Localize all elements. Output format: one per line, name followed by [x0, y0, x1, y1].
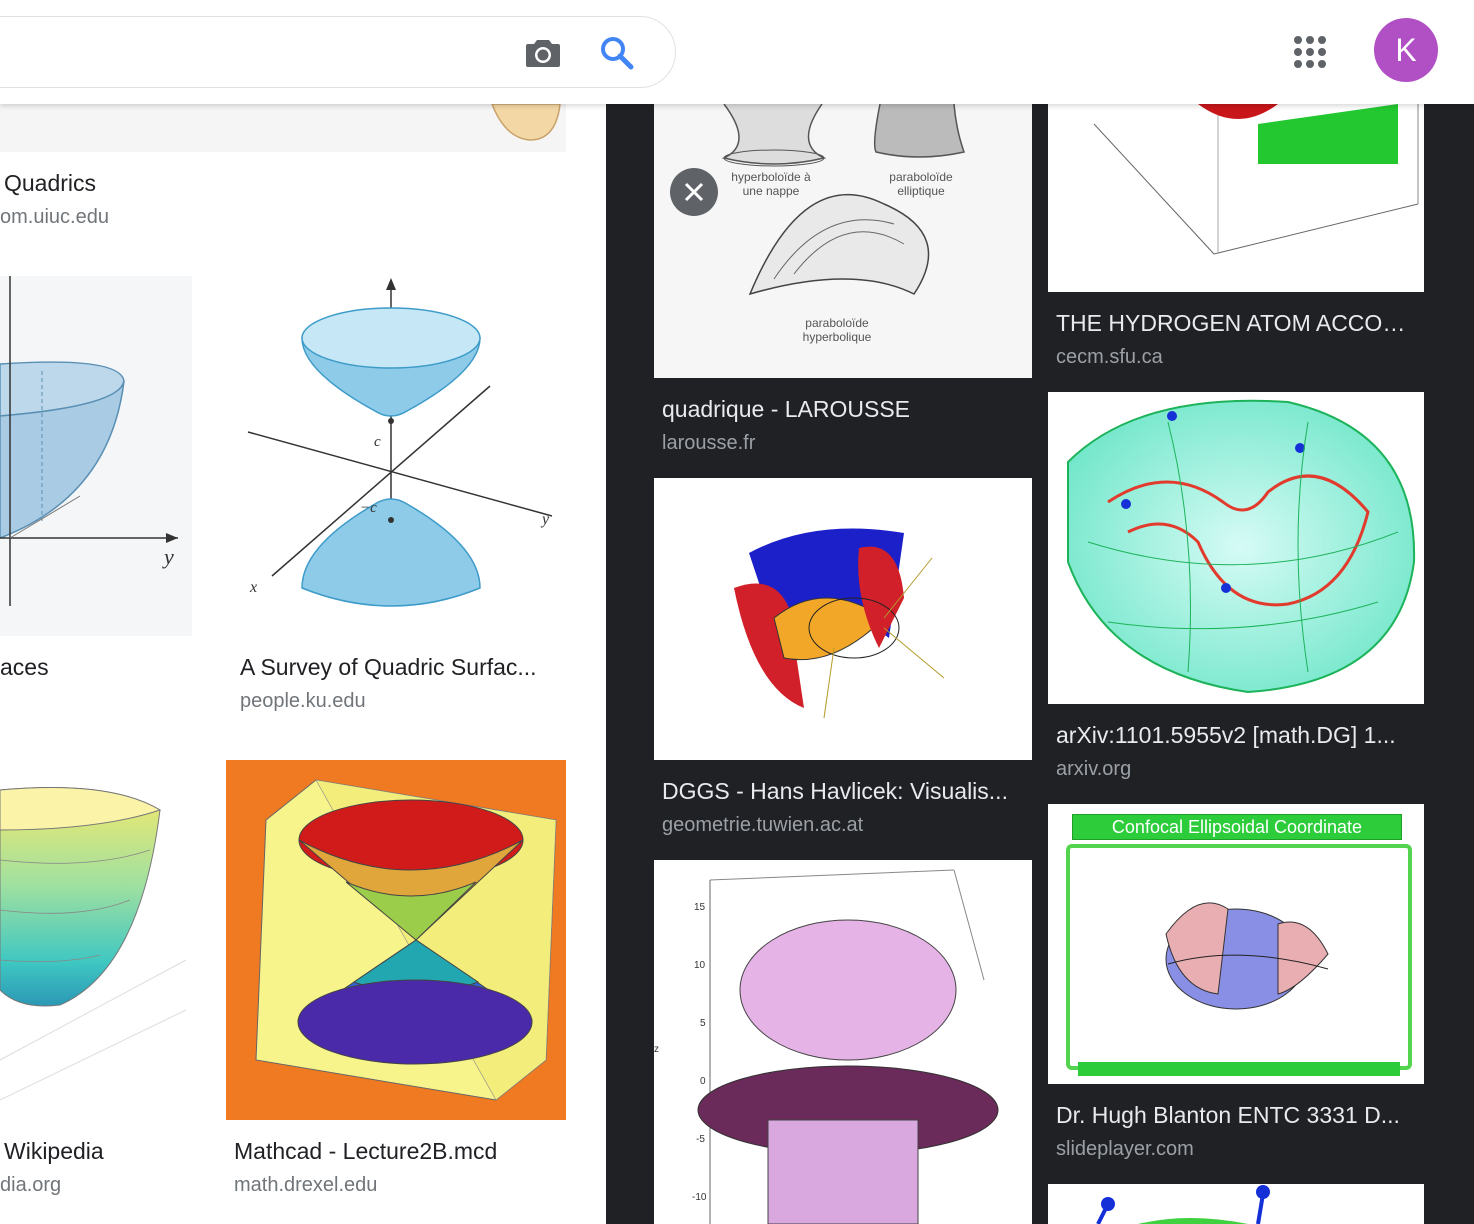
svg-text:x: x — [249, 579, 257, 596]
result-thumbnail[interactable]: y — [0, 276, 192, 636]
result-thumbnail[interactable]: 15 10 5 0 -5 -10 z — [654, 860, 1032, 1224]
result-source[interactable]: slideplayer.com — [1056, 1138, 1418, 1161]
search-icon — [600, 36, 634, 70]
image-label: hyperboloïde à une nappe — [731, 170, 811, 198]
result-title[interactable]: Dr. Hugh Blanton ENTC 3331 D... — [1056, 1102, 1418, 1129]
result-title[interactable]: quadrique - LAROUSSE — [662, 396, 1028, 423]
svg-text:−c: −c — [360, 500, 377, 516]
top-bar: K — [0, 0, 1474, 104]
svg-text:y: y — [540, 511, 550, 528]
result-source[interactable]: om.uiuc.edu — [0, 206, 560, 229]
close-preview-button[interactable] — [670, 168, 718, 216]
result-thumbnail[interactable] — [0, 104, 566, 152]
result-thumbnail[interactable] — [1048, 104, 1424, 292]
result-source[interactable]: dia.org — [0, 1174, 182, 1197]
svg-text:y: y — [162, 544, 174, 569]
result-thumbnail[interactable] — [1048, 392, 1424, 704]
svg-text:15: 15 — [694, 902, 706, 913]
image-preview-panel: hyperboloïde à une nappe paraboloïde ell… — [606, 104, 1474, 1224]
result-source[interactable]: math.drexel.edu — [234, 1174, 566, 1197]
search-by-image-button[interactable] — [521, 35, 565, 71]
apps-button[interactable] — [1286, 28, 1334, 76]
result-source[interactable]: arxiv.org — [1056, 758, 1418, 781]
result-title[interactable]: DGGS - Hans Havlicek: Visualis... — [662, 778, 1028, 805]
result-thumbnail[interactable] — [1048, 1184, 1424, 1224]
result-thumbnail[interactable]: Confocal Ellipsoidal Coordinate — [1048, 804, 1424, 1084]
svg-text:10: 10 — [694, 960, 706, 971]
svg-text:-10: -10 — [692, 1192, 707, 1203]
result-title[interactable]: THE HYDROGEN ATOM ACCOR... — [1056, 310, 1418, 337]
result-source[interactable]: larousse.fr — [662, 432, 1028, 455]
svg-text:-5: -5 — [696, 1134, 705, 1145]
result-source[interactable]: people.ku.edu — [240, 690, 566, 713]
camera-icon — [525, 38, 561, 68]
search-button[interactable] — [597, 33, 637, 73]
result-thumbnail[interactable] — [0, 760, 186, 1120]
svg-text:0: 0 — [700, 1076, 706, 1087]
result-title[interactable]: aces — [0, 654, 190, 681]
search-input[interactable] — [21, 35, 441, 69]
result-thumbnail[interactable] — [226, 760, 566, 1120]
result-title[interactable]: Mathcad - Lecture2B.mcd — [234, 1138, 566, 1165]
svg-text:z: z — [654, 1044, 659, 1055]
image-label: paraboloïde elliptique — [889, 170, 953, 198]
result-thumbnail[interactable]: c −c y x — [232, 276, 566, 636]
result-title[interactable]: Quadrics — [4, 170, 564, 197]
image-label: paraboloïde hyperbolique — [802, 316, 872, 344]
apps-grid-icon — [1293, 35, 1327, 69]
result-source[interactable]: geometrie.tuwien.ac.at — [662, 814, 1028, 837]
svg-text:5: 5 — [700, 1018, 706, 1029]
results-grid: Quadrics om.uiuc.edu y aces c −c y x A S… — [0, 104, 606, 1224]
account-avatar[interactable]: K — [1374, 18, 1438, 82]
result-source[interactable]: cecm.sfu.ca — [1056, 346, 1418, 369]
result-thumbnail[interactable]: hyperboloïde à une nappe paraboloïde ell… — [654, 104, 1032, 378]
svg-text:c: c — [374, 434, 381, 450]
result-title[interactable]: A Survey of Quadric Surfac... — [240, 654, 566, 681]
result-title[interactable]: Wikipedia — [4, 1138, 186, 1165]
close-icon — [683, 181, 705, 203]
result-thumbnail[interactable] — [654, 478, 1032, 760]
result-title[interactable]: arXiv:1101.5955v2 [math.DG] 1... — [1056, 722, 1418, 749]
search-box[interactable] — [0, 16, 676, 88]
